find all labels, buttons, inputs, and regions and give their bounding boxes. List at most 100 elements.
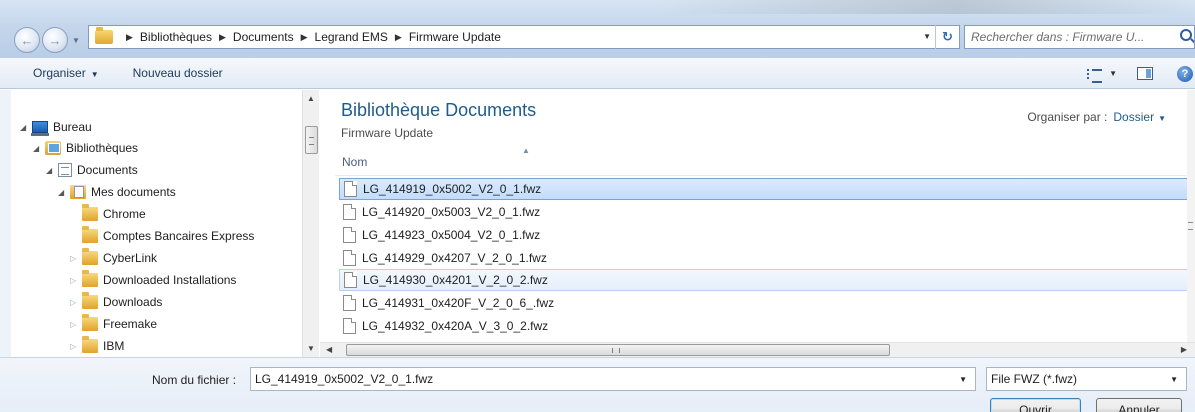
chevron-right-icon[interactable]: ▶ [395, 32, 402, 43]
cancel-button[interactable]: Annuler [1096, 398, 1182, 412]
nav-pane-scrollbar[interactable]: ▲ ▼ [302, 90, 319, 357]
scroll-thumb[interactable] [305, 126, 318, 154]
file-name: LG_414923_0x5004_V2_0_1.fwz [362, 228, 541, 242]
chevron-right-icon[interactable]: ▶ [126, 32, 133, 43]
file-row[interactable]: LG_414920_0x5003_V2_0_1.fwz [339, 201, 1189, 223]
help-icon[interactable]: ? [1177, 65, 1193, 82]
expand-toggle-icon[interactable]: ▷ [70, 276, 80, 285]
command-toolbar: Organiser ▼ Nouveau dossier ▼ ? [0, 58, 1195, 89]
nav-item-label: Freemake [103, 317, 158, 331]
file-row[interactable]: LG_414931_0x420F_V_2_0_6_.fwz [339, 292, 1189, 314]
file-name: LG_414930_0x4201_V_2_0_2.fwz [363, 273, 548, 287]
nav-item-bibliotheques[interactable]: ◢ Bibliothèques [33, 137, 138, 159]
folder-icon [82, 336, 98, 353]
file-row[interactable]: LG_414930_0x4201_V_2_0_2.fwz [339, 269, 1189, 291]
nav-item-ibm[interactable]: ▷ IBM [70, 335, 124, 357]
folder-icon [82, 248, 98, 265]
nav-item-downloaded-installations[interactable]: ▷ Downloaded Installations [70, 269, 236, 291]
chevron-down-icon[interactable]: ▼ [1158, 114, 1166, 123]
file-type-value: File FWZ (*.fwz) [991, 372, 1077, 386]
nav-item-mes-documents[interactable]: ◢ Mes documents [58, 181, 176, 203]
nav-item-freemake[interactable]: ▷ Freemake [70, 313, 157, 335]
pane-edge [0, 90, 11, 357]
back-arrow-icon: ← [20, 32, 34, 48]
folder-icon [82, 292, 98, 309]
address-bar[interactable]: ▶ Bibliothèques ▶ Documents ▶ Legrand EM… [88, 25, 960, 49]
file-row[interactable]: LG_414929_0x4207_V_2_0_1.fwz [339, 247, 1189, 269]
library-subtitle: Firmware Update [341, 126, 434, 140]
breadcrumb-item[interactable]: Bibliothèques [140, 30, 212, 44]
filename-value: LG_414919_0x5002_V2_0_1.fwz [255, 372, 434, 386]
file-name: LG_414920_0x5003_V2_0_1.fwz [362, 205, 541, 219]
nav-item-label: CyberLink [103, 251, 158, 265]
nav-item-label: Downloads [103, 295, 163, 309]
forward-button[interactable]: → [42, 27, 68, 53]
new-folder-button[interactable]: Nouveau dossier [129, 66, 227, 80]
expand-toggle-icon[interactable]: ◢ [58, 188, 68, 197]
file-row[interactable]: LG_414919_0x5002_V2_0_1.fwz [339, 178, 1189, 200]
nav-item-bureau[interactable]: ◢ Bureau [20, 116, 92, 138]
address-history-dropdown[interactable]: ▼ [923, 32, 931, 41]
file-icon [343, 295, 356, 311]
view-options-icon[interactable] [1087, 68, 1103, 83]
column-header-label: Nom [342, 155, 368, 169]
file-row[interactable]: LG_414932_0x420A_V_3_0_2.fwz [339, 315, 1189, 337]
breadcrumb-item[interactable]: Documents [233, 30, 294, 44]
organise-button[interactable]: Organiser ▼ [29, 66, 103, 80]
file-type-select[interactable]: File FWZ (*.fwz) ▼ [986, 367, 1187, 391]
nav-item-documents[interactable]: ◢ Documents [46, 159, 138, 181]
nav-item-chrome[interactable]: Chrome [70, 203, 146, 225]
view-options-dropdown[interactable]: ▼ [1109, 69, 1117, 78]
folder-icon [82, 226, 98, 243]
navigation-pane: ◢ Bureau ◢ Bibliothèques ◢ Documents ◢ M… [0, 90, 300, 357]
nav-item-label: Mes documents [91, 185, 176, 199]
horizontal-scrollbar[interactable]: ◀ ▶ [320, 342, 1195, 357]
expand-toggle-icon[interactable]: ▷ [70, 342, 80, 351]
refresh-icon[interactable]: ↻ [935, 25, 959, 49]
nav-item-label: Downloaded Installations [103, 273, 237, 287]
recent-locations-dropdown[interactable]: ▼ [72, 36, 80, 45]
expand-toggle-icon[interactable]: ▷ [70, 320, 80, 329]
scroll-right-icon[interactable]: ▶ [1181, 345, 1187, 354]
nav-item-cyberlink[interactable]: ▷ CyberLink [70, 247, 157, 269]
sort-ascending-icon: ▲ [522, 146, 530, 155]
filename-field[interactable]: LG_414919_0x5002_V2_0_1.fwz ▼ [250, 367, 976, 391]
scroll-down-icon[interactable]: ▼ [307, 344, 315, 353]
scroll-up-icon[interactable]: ▲ [307, 94, 315, 103]
column-header-name[interactable]: Nom ▲ [335, 146, 1190, 176]
arrange-by-dropdown[interactable]: Dossier [1113, 110, 1154, 124]
file-row[interactable]: LG_414923_0x5004_V2_0_1.fwz [339, 224, 1189, 246]
scroll-left-icon[interactable]: ◀ [326, 345, 332, 354]
file-pane-scrollbar[interactable] [1187, 90, 1195, 342]
chevron-down-icon[interactable]: ▼ [959, 375, 967, 384]
my-documents-icon [70, 185, 86, 199]
desktop-icon [31, 121, 49, 136]
breadcrumb-item[interactable]: Firmware Update [409, 30, 501, 44]
preview-pane-icon[interactable] [1137, 67, 1153, 80]
scroll-thumb[interactable] [346, 344, 890, 356]
dialog-footer: Nom du fichier : LG_414919_0x5002_V2_0_1… [0, 357, 1195, 412]
search-input[interactable]: Rechercher dans : Firmware U... [964, 25, 1195, 49]
open-button[interactable]: Ouvrir [990, 398, 1081, 412]
nav-item-label: Bureau [53, 120, 92, 134]
chevron-right-icon[interactable]: ▶ [219, 32, 226, 43]
chevron-right-icon[interactable]: ▶ [301, 32, 308, 43]
chevron-down-icon[interactable]: ▼ [1170, 375, 1178, 384]
expand-toggle-icon[interactable]: ◢ [33, 144, 43, 153]
documents-library-icon [58, 163, 72, 177]
file-icon [344, 272, 357, 288]
nav-item-downloads[interactable]: ▷ Downloads [70, 291, 162, 313]
scroll-thumb-grip[interactable] [1188, 222, 1193, 230]
expand-toggle-icon[interactable]: ◢ [46, 166, 56, 175]
back-button[interactable]: ← [14, 27, 40, 53]
nav-item-label: Chrome [103, 207, 146, 221]
chevron-down-icon: ▼ [90, 70, 99, 79]
file-icon [344, 181, 357, 197]
breadcrumb-item[interactable]: Legrand EMS [315, 30, 388, 44]
nav-item-comptes-bancaires[interactable]: Comptes Bancaires Express [70, 225, 254, 247]
expand-toggle-icon[interactable]: ▷ [70, 254, 80, 263]
search-icon[interactable] [1180, 29, 1192, 41]
expand-toggle-icon[interactable]: ▷ [70, 298, 80, 307]
expand-toggle-icon[interactable]: ◢ [20, 123, 30, 132]
folder-icon [82, 270, 98, 287]
